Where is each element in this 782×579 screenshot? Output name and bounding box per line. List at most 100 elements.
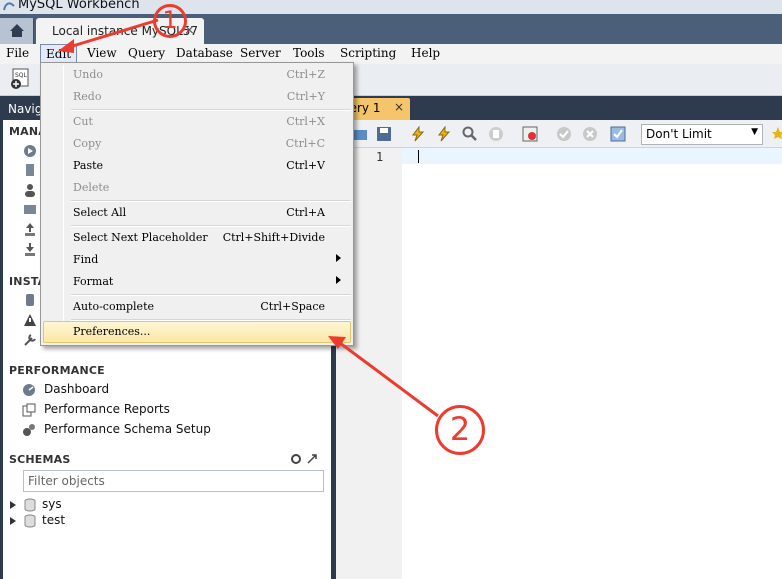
menu-item-label: Copy	[73, 137, 102, 150]
navigator-header: Navig	[8, 102, 43, 116]
window-title: MySQL Workbench	[18, 0, 140, 12]
expand-arrow-icon[interactable]	[10, 501, 16, 509]
menu-item-shortcut: Ctrl+A	[286, 206, 325, 219]
database-icon	[24, 498, 36, 512]
bookmark-star-icon[interactable]	[772, 126, 782, 140]
expand-icon[interactable]	[306, 453, 318, 465]
title-bar: MySQL Workbench	[0, 0, 782, 14]
stop-icon[interactable]	[488, 126, 504, 142]
menu-item-label: Cut	[73, 115, 93, 128]
nav-item-label: Performance Schema Setup	[44, 422, 211, 436]
home-icon	[10, 24, 24, 37]
schemas-section-title: SCHEMAS	[9, 453, 71, 466]
menu-view[interactable]: View	[87, 44, 117, 64]
annotation-step-2: 2	[435, 405, 485, 455]
menu-item-delete[interactable]: Delete	[43, 177, 351, 199]
menu-item-label: Paste	[73, 159, 104, 172]
menu-item-label: Auto-complete	[73, 300, 155, 313]
menu-item-label: Redo	[73, 90, 102, 103]
home-tab[interactable]	[0, 18, 34, 44]
menu-item-shortcut: Ctrl+C	[285, 137, 325, 150]
menu-help[interactable]: Help	[411, 44, 440, 64]
menu-item-shortcut: Ctrl+Y	[286, 90, 325, 103]
execute-current-icon[interactable]	[436, 126, 452, 142]
menu-item-label: Undo	[73, 68, 104, 81]
menu-item-shortcut: Ctrl+Z	[286, 68, 325, 81]
nav-item-label: Performance Reports	[44, 402, 170, 416]
menu-item-shortcut: Ctrl+X	[286, 115, 325, 128]
menu-item-undo[interactable]: Undo Ctrl+Z	[43, 64, 351, 86]
menu-item-copy[interactable]: Copy Ctrl+C	[43, 133, 351, 155]
sql-code-editor[interactable]	[402, 148, 782, 579]
schema-setup-icon	[23, 424, 35, 436]
toggle-output-icon[interactable]	[522, 126, 538, 142]
client-connections-icon[interactable]	[23, 163, 37, 177]
execute-icon[interactable]	[410, 126, 426, 142]
mysql-workbench-logo-icon	[3, 2, 15, 11]
users-privileges-icon[interactable]	[23, 183, 37, 197]
text-caret	[418, 150, 419, 163]
svg-text:SQL: SQL	[15, 72, 28, 79]
open-file-icon[interactable]	[352, 126, 368, 142]
menu-item-redo[interactable]: Redo Ctrl+Y	[43, 86, 351, 108]
menu-tools[interactable]: Tools	[293, 44, 325, 64]
server-status-icon[interactable]	[23, 144, 37, 158]
menu-item-label: Select Next Placeholder	[73, 231, 208, 244]
menu-database[interactable]: Database	[176, 44, 233, 64]
startup-shutdown-icon[interactable]	[23, 293, 37, 307]
menu-item-label: Select All	[73, 206, 127, 219]
menu-item-format[interactable]: Format	[43, 271, 351, 293]
menu-item-label: Format	[73, 275, 114, 288]
filter-objects-field[interactable]	[23, 470, 324, 492]
status-variables-icon[interactable]	[23, 203, 37, 217]
schema-label: sys	[42, 497, 62, 511]
current-line-highlight	[402, 148, 782, 164]
dashboard-icon	[23, 384, 35, 396]
performance-section-title: PERFORMANCE	[9, 364, 105, 377]
menu-item-select-all[interactable]: Select All Ctrl+A	[43, 202, 351, 224]
chevron-down-icon: ▼	[751, 127, 758, 137]
menu-item-paste[interactable]: Paste Ctrl+V	[43, 155, 351, 177]
performance-reports-icon	[22, 403, 36, 417]
data-import-icon[interactable]	[23, 242, 37, 256]
menu-item-preferences[interactable]: Preferences...	[43, 321, 351, 343]
menu-server[interactable]: Server	[240, 44, 281, 64]
edit-menu-dropdown: Undo Ctrl+Z Redo Ctrl+Y Cut Ctrl+X Copy Ctrl…	[40, 62, 354, 346]
save-icon[interactable]	[376, 126, 392, 142]
close-query-tab-icon[interactable]: ×	[394, 100, 404, 114]
menu-item-shortcut: Ctrl+Shift+Divide	[222, 231, 325, 244]
autocommit-icon[interactable]	[610, 126, 626, 142]
expand-arrow-icon[interactable]	[10, 517, 16, 525]
schema-label: test	[42, 513, 66, 527]
menu-query[interactable]: Query	[128, 44, 165, 64]
menu-item-label: Find	[73, 253, 99, 266]
server-logs-icon[interactable]	[23, 313, 37, 327]
submenu-arrow-icon	[336, 254, 341, 262]
menu-bar: File Edit View Query Database Server Too…	[0, 44, 782, 65]
line-number: 1	[376, 150, 384, 164]
filter-objects-input[interactable]	[28, 472, 318, 490]
nav-item-label: Dashboard	[44, 382, 110, 396]
rollback-icon[interactable]	[582, 126, 598, 142]
connection-tab-strip: Local instance MySQL57 ×	[0, 14, 782, 44]
menu-file[interactable]: File	[6, 44, 29, 64]
limit-rows-select[interactable]: Don't Limit ▼	[641, 124, 763, 145]
database-icon	[24, 514, 36, 528]
data-export-icon[interactable]	[23, 222, 37, 236]
annotation-step-1: 1	[153, 4, 187, 38]
menu-item-cut[interactable]: Cut Ctrl+X	[43, 111, 351, 133]
menu-item-label: Preferences...	[73, 325, 151, 338]
menu-item-select-next-placeholder[interactable]: Select Next Placeholder Ctrl+Shift+Divide	[43, 227, 351, 249]
menu-scripting[interactable]: Scripting	[340, 44, 396, 64]
menu-item-find[interactable]: Find	[43, 249, 351, 271]
limit-rows-value: Don't Limit	[646, 127, 712, 141]
menu-item-shortcut: Ctrl+Space	[260, 300, 325, 313]
menu-item-label: Delete	[73, 181, 110, 194]
new-sql-tab-icon[interactable]: SQL	[10, 68, 32, 90]
commit-icon[interactable]	[556, 126, 572, 142]
explain-icon[interactable]	[462, 126, 478, 142]
menu-item-shortcut: Ctrl+V	[286, 159, 325, 172]
refresh-icon[interactable]	[290, 453, 302, 465]
menu-item-auto-complete[interactable]: Auto-complete Ctrl+Space	[43, 296, 351, 318]
options-file-icon[interactable]	[23, 333, 37, 347]
